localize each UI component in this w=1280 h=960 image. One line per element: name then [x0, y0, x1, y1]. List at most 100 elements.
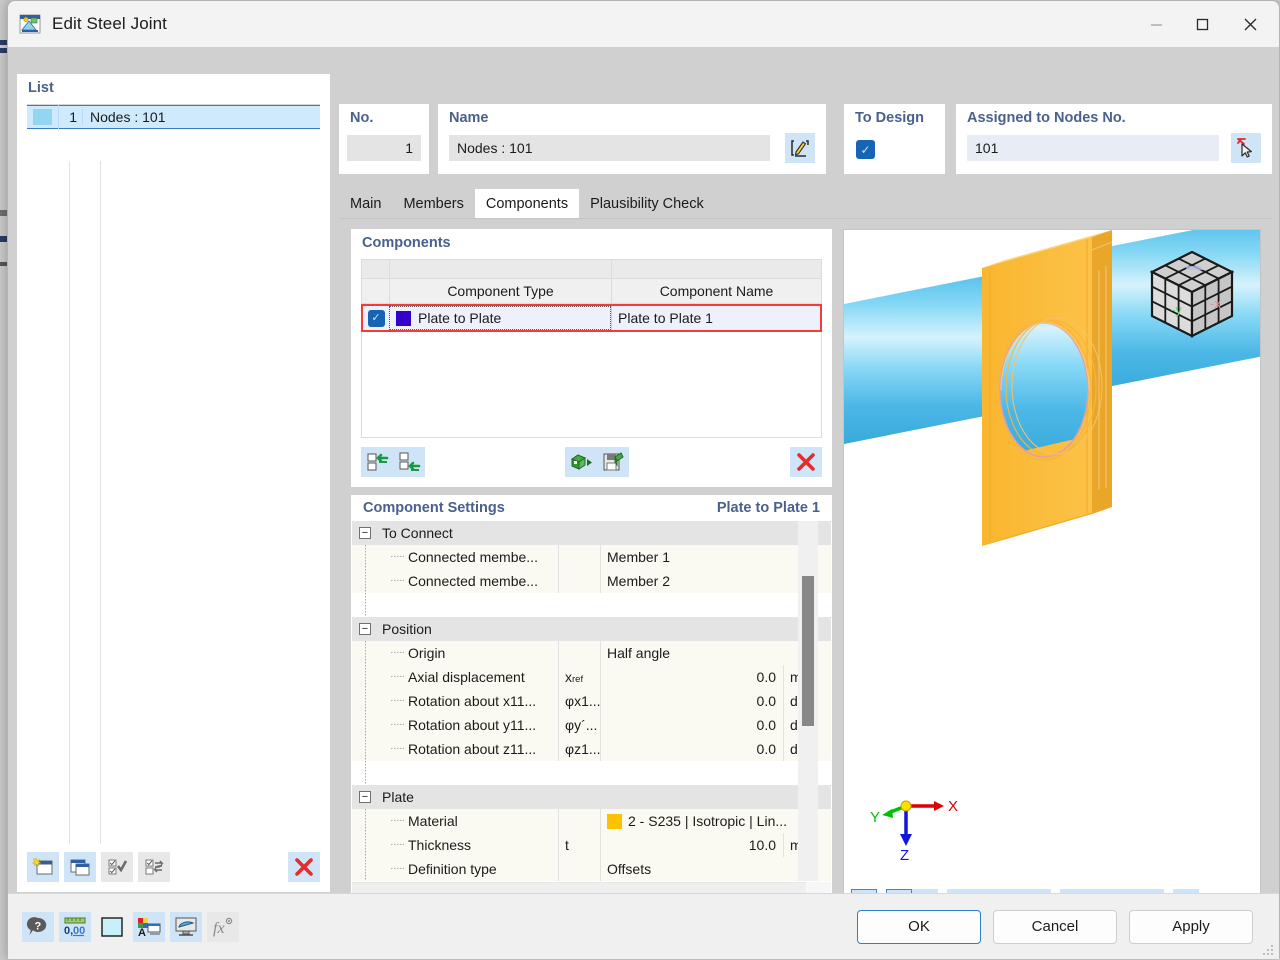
tab-plausibility-check[interactable]: Plausibility Check	[579, 189, 715, 218]
tree-group-position[interactable]: − Position	[352, 617, 831, 641]
tree-row-connected-member-1[interactable]: Connected membe... Member 1	[352, 545, 831, 569]
component-name-cell[interactable]: Plate to Plate 1	[611, 306, 820, 330]
visual-settings-icon[interactable]	[170, 912, 202, 942]
component-settings-panel: Component Settings Plate to Plate 1 − To…	[351, 495, 832, 921]
screen: Edit Steel Joint List	[0, 0, 1280, 960]
tree-row-label: Material	[408, 813, 458, 829]
to-design-checkbox[interactable]: ✓	[856, 140, 875, 159]
save-green-disk-icon[interactable]	[597, 447, 629, 477]
color-swatch-icon[interactable]	[96, 912, 128, 942]
settings-tree[interactable]: − To Connect Connected membe... Member 1	[352, 521, 831, 881]
minimize-button[interactable]	[1133, 1, 1179, 47]
components-panel: Components Component Type Component Name	[351, 229, 832, 487]
collapse-icon[interactable]: −	[359, 623, 371, 635]
invert-selection-button[interactable]	[138, 852, 170, 882]
tree-row-value[interactable]: 10.0	[600, 833, 783, 857]
navcube-face-negy: -y	[1171, 302, 1182, 317]
edit-pencil-icon[interactable]	[785, 133, 815, 163]
no-label: No.	[339, 104, 429, 126]
component-type-cell[interactable]: Plate to Plate	[389, 306, 611, 330]
tree-row-material[interactable]: Material 2 - S235 | Isotropic | Lin...	[352, 809, 831, 833]
list-item[interactable]: 1 Nodes : 101	[27, 105, 320, 129]
list-item-color-cell	[27, 105, 59, 129]
tree-row-value[interactable]: Member 2	[600, 569, 831, 593]
function-fx-icon[interactable]: fx	[207, 912, 239, 942]
tree-row-rotation-y[interactable]: Rotation about y11... φy´... 0.0 deg	[352, 713, 831, 737]
help-bubble-icon[interactable]: ?	[22, 912, 54, 942]
tree-row-rotation-z[interactable]: Rotation about z11... φz1... 0.0 deg	[352, 737, 831, 761]
tree-spacer-row	[352, 593, 831, 617]
components-grid-header: Component Type Component Name	[361, 278, 822, 304]
tree-row-label: Rotation about z11...	[408, 741, 536, 757]
new-joint-button[interactable]	[27, 852, 59, 882]
joint-list[interactable]: 1 Nodes : 101	[27, 104, 320, 844]
tab-main[interactable]: Main	[339, 189, 392, 218]
import-green-box-icon[interactable]	[565, 447, 597, 477]
tab-components[interactable]: Components	[475, 189, 579, 218]
settings-vertical-scrollbar-thumb[interactable]	[802, 576, 814, 726]
model-canvas[interactable]: -y -x X	[844, 230, 1260, 920]
axis-triad: X Y Z	[866, 790, 970, 862]
to-design-label: To Design	[844, 104, 945, 126]
axis-y-label: Y	[870, 809, 880, 826]
navigation-cube[interactable]: -y -x	[1140, 242, 1244, 346]
tab-strip: Main Members Components Plausibility Che…	[339, 190, 1272, 219]
collapse-icon[interactable]: −	[359, 791, 371, 803]
copy-joint-button[interactable]	[64, 852, 96, 882]
no-field[interactable]: 1	[347, 135, 421, 161]
axis-x-label: X	[948, 798, 958, 815]
tree-row-rotation-x[interactable]: Rotation about x11... φx1... 0.0 deg	[352, 689, 831, 713]
tree-row-thickness[interactable]: Thickness t 10.0 mm	[352, 833, 831, 857]
maximize-button[interactable]	[1179, 1, 1225, 47]
components-toolbar	[361, 445, 822, 479]
tree-row-value[interactable]: 0.0	[600, 737, 783, 761]
move-row-down-icon[interactable]	[393, 447, 425, 477]
resize-grip[interactable]	[1262, 943, 1274, 955]
pick-node-cursor-icon[interactable]	[1231, 133, 1261, 163]
footer-action-buttons: OK Cancel Apply	[857, 910, 1279, 944]
delete-joint-button[interactable]	[288, 852, 320, 882]
svg-text:fx: fx	[213, 920, 225, 937]
tree-row-value[interactable]: Offsets	[600, 857, 831, 881]
component-type-label: Plate to Plate	[418, 310, 501, 326]
tree-row-definition-type[interactable]: Definition type Offsets	[352, 857, 831, 881]
close-button[interactable]	[1225, 1, 1275, 47]
assigned-nodes-panel: Assigned to Nodes No. 101	[956, 104, 1272, 174]
tree-row-value[interactable]: Member 1	[600, 545, 831, 569]
display-props-icon[interactable]: A	[133, 912, 165, 942]
collapse-icon[interactable]: −	[359, 527, 371, 539]
tree-row-value-cell[interactable]: 2 - S235 | Isotropic | Lin...	[600, 809, 831, 833]
components-grid-filter-row	[361, 259, 822, 278]
tab-members[interactable]: Members	[392, 189, 474, 218]
move-row-up-icon[interactable]	[361, 447, 393, 477]
settings-vertical-scrollbar-track[interactable]	[798, 521, 818, 881]
ok-button[interactable]: OK	[857, 910, 981, 944]
list-item-number: 1	[59, 109, 83, 125]
tree-row-origin[interactable]: Origin Half angle	[352, 641, 831, 665]
delete-component-button[interactable]	[790, 447, 822, 477]
column-header-component-name: Component Name	[612, 278, 821, 304]
tree-row-axial-displacement[interactable]: Axial displacement xref 0.0 mm	[352, 665, 831, 689]
tree-row-value[interactable]: Half angle	[600, 641, 831, 665]
tree-group-to-connect[interactable]: − To Connect	[352, 521, 831, 545]
select-all-button[interactable]	[101, 852, 133, 882]
component-settings-title: Component Settings	[363, 500, 505, 516]
assigned-nodes-input[interactable]: 101	[967, 135, 1219, 161]
decimal-units-icon[interactable]: 0, 00	[59, 912, 91, 942]
tree-row-symbol	[558, 809, 600, 833]
tree-row-label: Rotation about x11...	[408, 693, 536, 709]
tree-row-value[interactable]: 0.0	[600, 689, 783, 713]
tree-row-value[interactable]: 0.0	[600, 665, 783, 689]
component-settings-header: Component Settings Plate to Plate 1	[351, 495, 832, 521]
tree-row-label: Origin	[408, 645, 445, 661]
tree-row-value[interactable]: 0.0	[600, 713, 783, 737]
name-field[interactable]: Nodes : 101	[449, 135, 770, 161]
tree-group-plate[interactable]: − Plate	[352, 785, 831, 809]
component-enabled-checkbox[interactable]: ✓	[363, 306, 389, 330]
apply-button[interactable]: Apply	[1129, 910, 1253, 944]
tree-row-connected-member-2[interactable]: Connected membe... Member 2	[352, 569, 831, 593]
tree-group-label: To Connect	[378, 521, 831, 545]
cancel-button[interactable]: Cancel	[993, 910, 1117, 944]
table-row[interactable]: ✓ Plate to Plate Plate to Plate 1	[361, 304, 822, 332]
model-viewport[interactable]: -y -x X	[843, 229, 1261, 921]
